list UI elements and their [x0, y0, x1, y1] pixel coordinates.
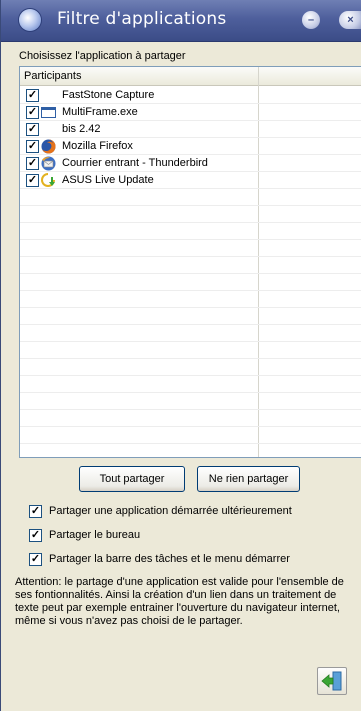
window-icon [41, 107, 56, 118]
thunderbird-icon [41, 156, 56, 171]
list-item [20, 206, 361, 223]
exit-button[interactable] [317, 667, 347, 695]
exit-door-icon [321, 671, 342, 691]
row-checkbox[interactable]: ✓ [26, 174, 39, 187]
row-label: Mozilla Firefox [62, 140, 133, 152]
option-label: Partager le bureau [49, 529, 141, 541]
minimize-icon[interactable]: – [302, 11, 320, 29]
row-checkbox[interactable]: ✓ [26, 89, 39, 102]
list-item[interactable]: ✓ Mozilla Firefox [20, 138, 361, 155]
row-label: FastStone Capture [62, 89, 155, 101]
share-none-button[interactable]: Ne rien partager [197, 466, 300, 492]
list-item [20, 189, 361, 206]
list-item [20, 325, 361, 342]
list-item [20, 291, 361, 308]
list-item [20, 410, 361, 427]
filter-window: Filtre d'applications – × Choisissez l'a… [0, 0, 361, 711]
option-label: Partager la barre des tâches et le menu … [49, 553, 290, 565]
row-checkbox[interactable]: ✓ [26, 157, 39, 170]
row-label: MultiFrame.exe [62, 106, 138, 118]
option-checkbox[interactable]: ✓ [29, 529, 42, 542]
list-item[interactable]: ✓ Courrier entrant - Thunderbird [20, 155, 361, 172]
option-checkbox[interactable]: ✓ [29, 505, 42, 518]
option-label: Partager une application démarrée ultéri… [49, 505, 292, 517]
warning-text: Attention: le partage d'une application … [15, 576, 344, 627]
option-checkbox[interactable]: ✓ [29, 553, 42, 566]
row-label: bis 2.42 [62, 123, 101, 135]
list-item[interactable]: ✓ MultiFrame.exe [20, 104, 361, 121]
row-label: ASUS Live Update [62, 174, 154, 186]
row-label: Courrier entrant - Thunderbird [62, 157, 208, 169]
row-checkbox[interactable]: ✓ [26, 106, 39, 119]
list-header: Participants [20, 67, 361, 86]
close-icon[interactable]: × [339, 11, 361, 29]
column-header-participants[interactable]: Participants [24, 70, 81, 82]
list-item[interactable]: ✓ bis 2.42 [20, 121, 361, 138]
list-item [20, 274, 361, 291]
list-item [20, 257, 361, 274]
list-item [20, 376, 361, 393]
app-globe-icon [19, 9, 41, 31]
list-item[interactable]: ✓ ASUS Live Update [20, 172, 361, 189]
choose-app-label: Choisissez l'application à partager [19, 50, 186, 62]
title-bar[interactable]: Filtre d'applications – × [1, 0, 361, 42]
list-item [20, 359, 361, 376]
list-item [20, 342, 361, 359]
row-checkbox[interactable]: ✓ [26, 123, 39, 136]
window-title: Filtre d'applications [57, 9, 227, 29]
firefox-icon [41, 139, 56, 154]
list-item [20, 427, 361, 444]
asus-update-icon [41, 173, 55, 187]
list-item [20, 240, 361, 257]
row-checkbox[interactable]: ✓ [26, 140, 39, 153]
participants-list[interactable]: Participants ✓ FastStone Capture ✓ Multi… [19, 66, 361, 458]
list-item[interactable]: ✓ FastStone Capture [20, 87, 361, 104]
list-item [20, 223, 361, 240]
share-all-button[interactable]: Tout partager [79, 466, 185, 492]
list-item [20, 393, 361, 410]
list-item [20, 308, 361, 325]
